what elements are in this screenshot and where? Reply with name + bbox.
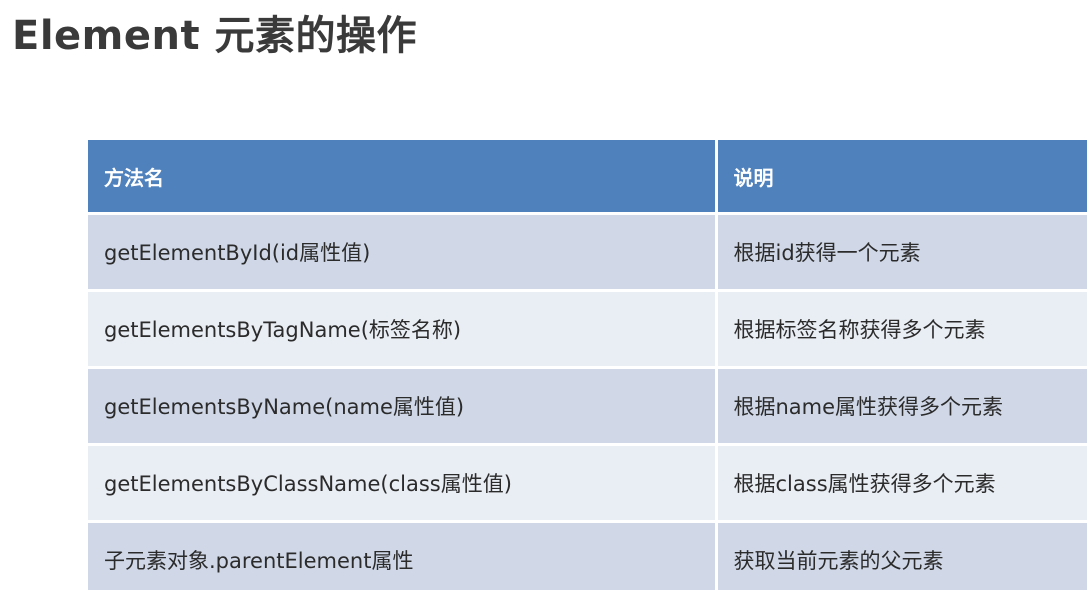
table-row: getElementsByTagName(标签名称) 根据标签名称获得多个元素 [88, 290, 1087, 369]
description-cell: 根据class属性获得多个元素 [716, 444, 1087, 523]
methods-table: 方法名 说明 getElementById(id属性值) 根据id获得一个元素 … [88, 140, 1087, 590]
slide-title: Element 元素的操作 [12, 13, 417, 59]
slide: Element 元素的操作 方法名 说明 getElementById(id属性… [0, 0, 1087, 590]
method-cell: 子元素对象.parentElement属性 [88, 521, 718, 590]
methods-table-container: 方法名 说明 getElementById(id属性值) 根据id获得一个元素 … [88, 140, 1087, 590]
header-method-name: 方法名 [88, 140, 718, 215]
description-cell: 根据标签名称获得多个元素 [716, 290, 1087, 369]
table-header-row: 方法名 说明 [88, 140, 1087, 215]
method-cell: getElementById(id属性值) [88, 213, 718, 292]
table-row: getElementsByClassName(class属性值) 根据class… [88, 444, 1087, 523]
description-cell: 根据id获得一个元素 [716, 213, 1087, 292]
method-cell: getElementsByName(name属性值) [88, 367, 718, 446]
description-cell: 根据name属性获得多个元素 [716, 367, 1087, 446]
header-description: 说明 [716, 140, 1087, 215]
method-cell: getElementsByTagName(标签名称) [88, 290, 718, 369]
table-row: 子元素对象.parentElement属性 获取当前元素的父元素 [88, 521, 1087, 590]
table-row: getElementsByName(name属性值) 根据name属性获得多个元… [88, 367, 1087, 446]
table-row: getElementById(id属性值) 根据id获得一个元素 [88, 213, 1087, 292]
method-cell: getElementsByClassName(class属性值) [88, 444, 718, 523]
description-cell: 获取当前元素的父元素 [716, 521, 1087, 590]
